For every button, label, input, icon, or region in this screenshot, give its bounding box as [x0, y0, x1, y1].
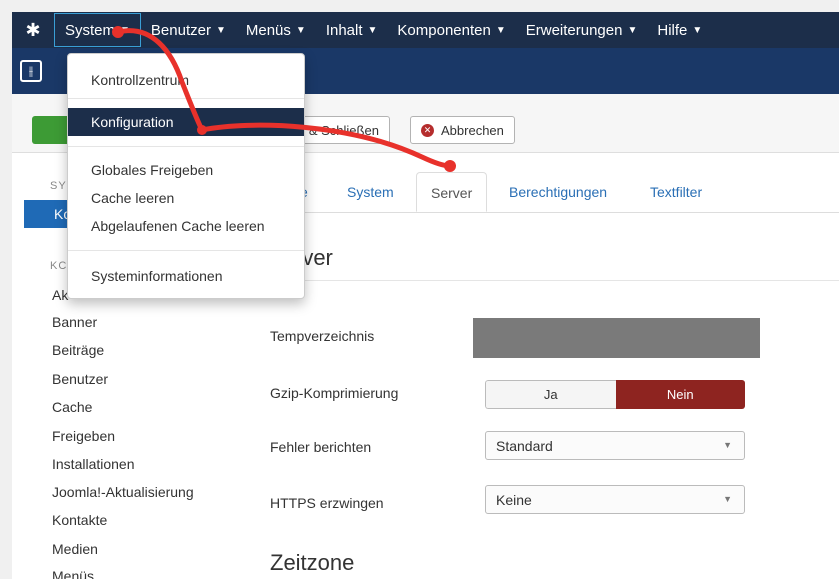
force-https-label: HTTPS erzwingen	[270, 495, 384, 511]
config-tabs: e System Server Berechtigungen Textfilte…	[270, 172, 839, 213]
temp-dir-label: Tempverzeichnis	[270, 328, 375, 344]
nav-inhalt-label: Inhalt	[325, 21, 363, 39]
sidebar-item-banner[interactable]: Banner	[52, 314, 97, 330]
sidebar-item-installationen[interactable]: Installationen	[52, 456, 135, 472]
nav-komponenten[interactable]: Komponenten ▼	[387, 12, 515, 48]
nav-komponenten-label: Komponenten	[397, 21, 491, 39]
nav-menues[interactable]: Menüs ▼	[236, 12, 316, 48]
save-and-close-label: n & Schließen	[298, 122, 379, 138]
menu-item-konfiguration-label: Konfiguration	[91, 114, 174, 130]
caret-down-icon: ▼	[120, 24, 130, 36]
temp-dir-input[interactable]	[473, 318, 760, 358]
annotation-end-dot	[444, 160, 456, 172]
nav-hilfe[interactable]: Hilfe ▼	[647, 12, 712, 48]
section-heading-timezone: Zeitzone	[270, 550, 355, 575]
cancel-label: Abbrechen	[441, 122, 504, 138]
divider	[270, 280, 839, 281]
nav-inhalt[interactable]: Inhalt ▼	[316, 12, 388, 48]
caret-down-icon: ▼	[295, 24, 306, 36]
sidebar-item-freigeben[interactable]: Freigeben	[52, 428, 115, 444]
tab-textfilter[interactable]: Textfilter	[650, 184, 702, 200]
nav-benutzer[interactable]: Benutzer ▼	[141, 12, 236, 48]
menu-item-clear-expired-cache[interactable]: Abgelaufenen Cache leeren	[91, 218, 265, 234]
caret-down-icon: ▼	[627, 24, 638, 36]
menu-divider	[68, 146, 304, 147]
tab-berechtigungen[interactable]: Berechtigungen	[509, 184, 607, 200]
top-navbar: ✱ System ▼ Benutzer ▼ Menüs ▼ Inhalt ▼ Kompo…	[12, 12, 839, 48]
menu-item-konfiguration[interactable]: Konfiguration	[68, 108, 304, 136]
caret-down-icon: ▼	[692, 24, 703, 36]
gzip-toggle: Ja Nein	[485, 380, 745, 409]
page: ✱ System ▼ Benutzer ▼ Menüs ▼ Inhalt ▼ Kompo…	[12, 12, 839, 579]
menu-item-systeminfo[interactable]: Systeminformationen	[91, 268, 223, 284]
nav-benutzer-label: Benutzer	[150, 21, 211, 39]
select-arrow-icon: ▼	[723, 494, 732, 504]
system-dropdown-menu: Kontrollzentrum Konfiguration Globales F…	[67, 53, 305, 299]
tab-system[interactable]: System	[347, 184, 394, 200]
force-https-select[interactable]: Keine ▼	[485, 485, 745, 514]
force-https-value: Keine	[496, 491, 532, 508]
menu-divider	[68, 250, 304, 251]
menu-item-global-checkin[interactable]: Globales Freigeben	[91, 162, 213, 178]
cancel-icon: ✕	[421, 123, 434, 137]
sidebar-item-benutzer[interactable]: Benutzer	[52, 371, 108, 387]
error-reporting-select[interactable]: Standard ▼	[485, 431, 745, 460]
sidebar-section-system: SY	[50, 180, 67, 192]
tab-server[interactable]: Server	[416, 172, 488, 212]
sidebar-item-cache[interactable]: Cache	[52, 399, 92, 415]
nav-erweiterungen-label: Erweiterungen	[525, 21, 623, 39]
menu-item-clear-cache[interactable]: Cache leeren	[91, 190, 174, 206]
caret-down-icon: ▼	[495, 24, 506, 36]
nav-hilfe-label: Hilfe	[657, 21, 688, 39]
caret-down-icon: ▼	[215, 24, 226, 36]
sidebar-item-partial[interactable]: Ak	[52, 287, 68, 303]
sidebar-item-kontakte[interactable]: Kontakte	[52, 512, 107, 528]
sidebar-item-medien[interactable]: Medien	[52, 541, 98, 557]
settings-sliders-icon: ⫲	[20, 60, 42, 82]
sidebar-item-menues[interactable]: Menüs	[52, 568, 94, 579]
menu-item-kontrollzentrum[interactable]: Kontrollzentrum	[91, 72, 189, 88]
sidebar-item-beitraege[interactable]: Beiträge	[52, 342, 104, 358]
nav-system-label: System	[65, 21, 116, 39]
joomla-logo-icon[interactable]: ✱	[12, 12, 54, 48]
gzip-label: Gzip-Komprimierung	[270, 385, 399, 401]
error-reporting-value: Standard	[496, 437, 553, 454]
nav-menues-label: Menüs	[245, 21, 291, 39]
cancel-button[interactable]: ✕ Abbrechen	[410, 116, 515, 144]
nav-erweiterungen[interactable]: Erweiterungen ▼	[516, 12, 648, 48]
sidebar-section-components: KC	[50, 260, 68, 272]
error-reporting-label: Fehler berichten	[270, 439, 372, 455]
gzip-no-button[interactable]: Nein	[615, 380, 745, 409]
nav-system[interactable]: System ▼	[54, 13, 141, 47]
select-arrow-icon: ▼	[723, 440, 732, 450]
caret-down-icon: ▼	[367, 24, 378, 36]
gzip-yes-button[interactable]: Ja	[485, 380, 616, 409]
menu-divider	[68, 98, 304, 99]
sidebar-item-joomla-update[interactable]: Joomla!-Aktualisierung	[52, 484, 194, 500]
